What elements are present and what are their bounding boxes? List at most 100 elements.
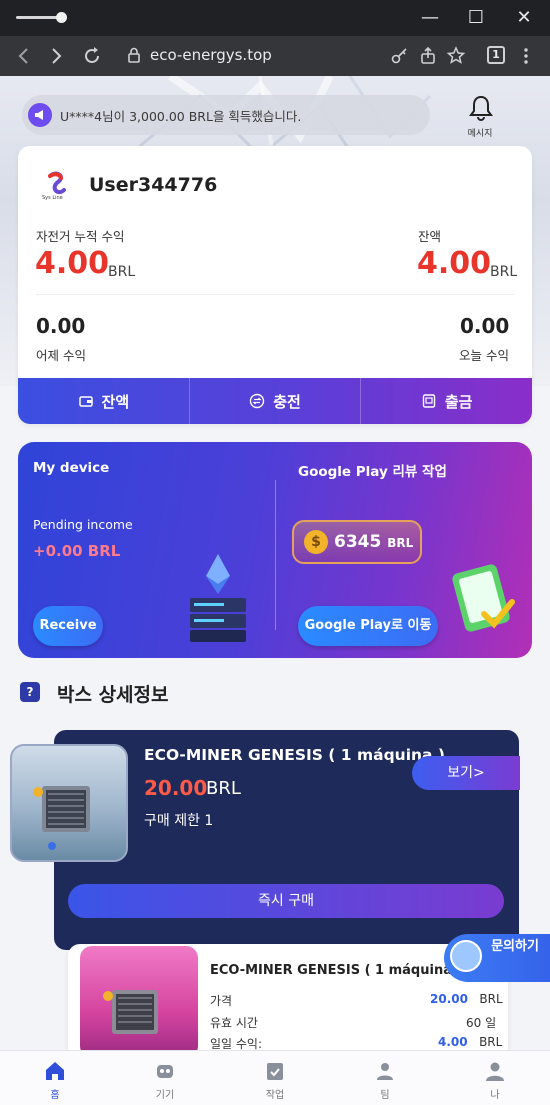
price-value: 20.00 BRL: [430, 992, 503, 1006]
dollar-coin-icon: $: [304, 530, 328, 554]
daily-income-value: 4.00 BRL: [438, 1035, 502, 1049]
bottom-navigation: 홈 기기 작업 팀 나: [0, 1050, 550, 1105]
product-price-unit: BRL: [206, 778, 241, 799]
buy-now-button[interactable]: 즉시 구매: [68, 884, 504, 918]
nav-task-label: 작업: [265, 1090, 285, 1101]
price-label: 가격: [210, 994, 233, 1008]
cumulative-income-value: 4.00: [35, 246, 110, 281]
recharge-button-label: 충전: [273, 392, 301, 411]
nav-team-label: 팀: [380, 1090, 390, 1101]
product-image-2[interactable]: [80, 946, 198, 1058]
atm-icon: [421, 393, 437, 409]
cumulative-income-unit: BRL: [108, 264, 136, 280]
share-icon[interactable]: [416, 44, 440, 68]
price-number: 20.00: [430, 992, 468, 1006]
pending-income-label: Pending income: [33, 517, 133, 532]
product-name: ECO-MINER GENESIS ( 1 máquina ): [144, 746, 445, 764]
exchange-icon: [249, 393, 265, 409]
tab-count-button[interactable]: 1: [487, 46, 505, 64]
valid-time-value: 60 일: [466, 1016, 497, 1030]
recharge-button[interactable]: 충전: [190, 378, 362, 424]
minimize-button[interactable]: —: [418, 6, 442, 30]
key-icon[interactable]: [388, 44, 412, 68]
window-slider-knob[interactable]: [56, 12, 67, 23]
view-button[interactable]: 보기>: [412, 756, 520, 790]
robot-icon: [157, 1065, 173, 1078]
bookmark-star-icon[interactable]: [444, 44, 468, 68]
reward-amount-unit: BRL: [387, 536, 414, 550]
home-icon: [46, 1062, 64, 1080]
close-button[interactable]: ✕: [512, 6, 536, 30]
nav-team[interactable]: 팀: [330, 1051, 440, 1105]
product-image[interactable]: [10, 744, 128, 862]
mining-server-illustration: [190, 554, 246, 642]
maximize-button[interactable]: ☐: [464, 6, 488, 30]
divider: [36, 294, 514, 295]
yesterday-income-value: 0.00: [36, 314, 86, 338]
logo-caption: Sys Line: [42, 195, 63, 201]
banner-divider: [275, 480, 276, 630]
reward-amount-box: $ 6345 BRL: [292, 520, 422, 564]
goto-google-play-button[interactable]: Google Play로 이동: [298, 606, 438, 646]
purchase-limit: 구매 제한 1: [144, 813, 214, 829]
wallet-icon: [78, 393, 94, 409]
reward-amount-value: 6345: [334, 532, 382, 552]
customer-support-button[interactable]: 문의하기: [444, 934, 550, 982]
balance-label: 잔액: [418, 229, 442, 244]
nav-home[interactable]: 홈: [0, 1051, 110, 1105]
question-box-icon: ?: [20, 682, 40, 702]
message-label[interactable]: 메시지: [460, 126, 500, 139]
reward-amount: 6345 BRL: [334, 532, 413, 552]
balance-value: 4.00: [417, 246, 492, 281]
miner-machine-pink-illustration: [103, 990, 158, 1034]
today-income-value: 0.00: [460, 314, 510, 338]
nav-device[interactable]: 기기: [110, 1051, 220, 1105]
user-icon: [486, 1062, 504, 1081]
cumulative-income-label: 자전거 누적 수익: [36, 229, 125, 244]
notice-marquee[interactable]: U****4님이 3,000.00 BRL을 획득했습니다.: [22, 95, 430, 135]
price-unit: BRL: [479, 992, 503, 1006]
nav-me[interactable]: 나: [440, 1051, 550, 1105]
daily-income-unit: BRL: [479, 1035, 503, 1049]
forward-icon[interactable]: [44, 44, 68, 68]
page-content[interactable]: U****4님이 3,000.00 BRL을 획득했습니다. 메시지 Sys L…: [0, 76, 550, 1105]
my-device-title: My device: [33, 460, 110, 476]
review-task-title: Google Play 리뷰 작업: [298, 464, 447, 480]
valid-time-label: 유효 시간: [210, 1016, 258, 1030]
nav-task[interactable]: 작업: [220, 1051, 330, 1105]
browser-toolbar: eco-energys.top 1: [0, 36, 550, 76]
site-info-icon[interactable]: [124, 45, 144, 65]
team-icon: [377, 1063, 393, 1080]
clipboard-check-icon: [267, 1063, 283, 1080]
bell-icon[interactable]: [466, 94, 496, 122]
balance-unit: BRL: [490, 264, 518, 280]
withdraw-button-label: 출금: [444, 392, 473, 411]
box-detail-title: 박스 상세정보: [57, 684, 169, 706]
yesterday-income-label: 어제 수익: [36, 348, 86, 363]
back-icon[interactable]: [12, 44, 36, 68]
reload-icon[interactable]: [80, 44, 104, 68]
receive-button[interactable]: Receive: [33, 606, 103, 646]
window-titlebar: — ☐ ✕: [0, 0, 550, 36]
balance-button-label: 잔액: [101, 392, 130, 411]
nav-device-label: 기기: [155, 1090, 175, 1101]
today-income-label: 오늘 수익: [459, 348, 509, 363]
support-label: 문의하기: [491, 939, 539, 954]
nav-home-label: 홈: [50, 1090, 60, 1101]
more-menu-icon[interactable]: [514, 44, 538, 68]
support-bot-icon: [450, 940, 482, 972]
device-banner: My device Pending income +0.00 BRL Recei…: [18, 442, 532, 658]
pending-income-value: +0.00 BRL: [33, 542, 121, 560]
product-price: 20.00: [144, 776, 208, 800]
daily-income-number: 4.00: [438, 1035, 468, 1049]
wallet-actions-bar: 잔액 충전 출금: [18, 378, 532, 424]
notice-text: U****4님이 3,000.00 BRL을 획득했습니다.: [60, 109, 302, 124]
username: User344776: [89, 174, 218, 196]
withdraw-button[interactable]: 출금: [361, 378, 532, 424]
balance-button[interactable]: 잔액: [18, 378, 190, 424]
product-2-name: ECO-MINER GENESIS ( 1 máquina ): [210, 963, 450, 978]
megaphone-icon: [28, 103, 52, 127]
user-summary-card: Sys Line User344776 자전거 누적 수익 4.00 BRL 잔…: [18, 146, 532, 424]
address-bar[interactable]: eco-energys.top: [150, 46, 272, 64]
miner-machine-illustration: [33, 786, 90, 850]
